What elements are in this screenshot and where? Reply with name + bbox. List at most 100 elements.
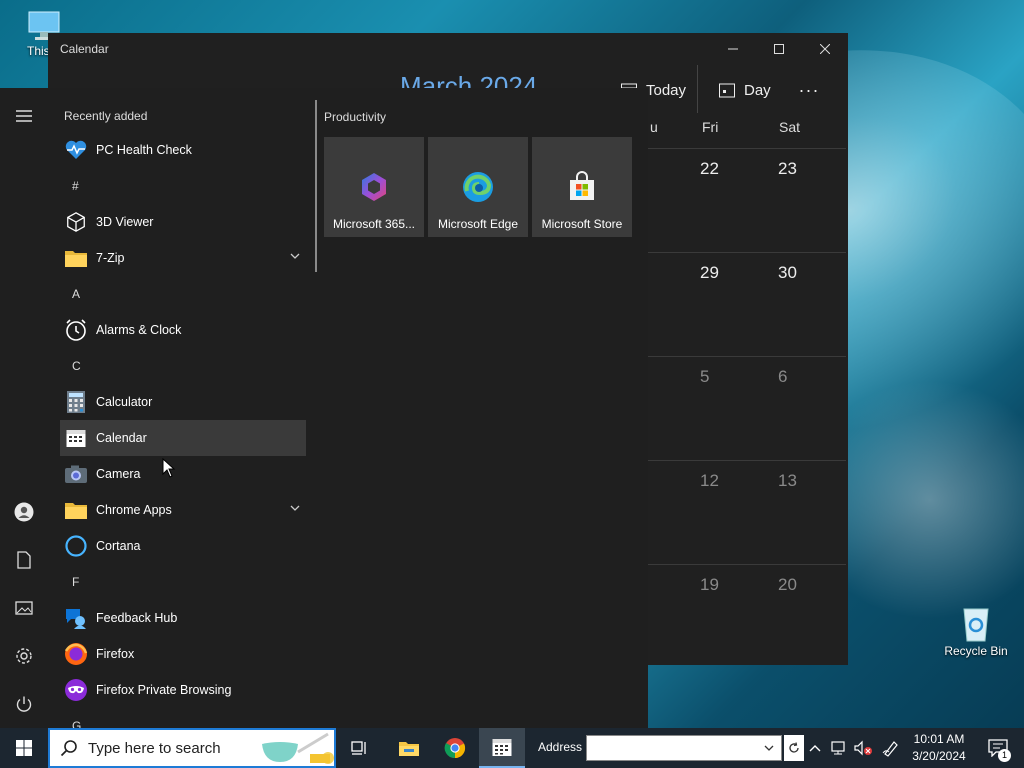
tile-microsoft-edge[interactable]: Microsoft Edge	[428, 137, 528, 237]
day-number[interactable]: 19	[700, 575, 719, 595]
taskbar-calendar[interactable]	[479, 728, 525, 768]
day-number[interactable]: 6	[778, 367, 787, 387]
day-number[interactable]: 22	[700, 159, 719, 179]
chevron-up-icon	[809, 745, 821, 752]
gear-icon	[16, 648, 32, 664]
app-item[interactable]: Calculator	[60, 384, 306, 420]
calendar-icon	[64, 426, 88, 450]
expand-menu-button[interactable]	[0, 94, 48, 138]
pictures-button[interactable]	[0, 586, 48, 630]
windows-logo-icon	[16, 740, 32, 756]
close-button[interactable]	[802, 33, 848, 65]
app-label: Calculator	[96, 395, 153, 409]
day-number[interactable]: 12	[700, 471, 719, 491]
week-row[interactable]: 22 23	[648, 148, 846, 252]
taskbar-chrome[interactable]	[432, 728, 478, 768]
volume-tray-button[interactable]	[852, 728, 874, 768]
app-item[interactable]: Cortana	[60, 528, 306, 564]
chrome-icon	[444, 738, 466, 759]
chevron-down-icon	[290, 502, 300, 514]
week-row[interactable]: 12 13	[648, 460, 846, 564]
pen-icon	[882, 741, 898, 757]
hamburger-icon	[16, 110, 32, 122]
app-item[interactable]: Feedback Hub	[60, 600, 306, 636]
pen-tray-button[interactable]	[880, 728, 902, 768]
app-label: 7-Zip	[96, 251, 125, 265]
today-label: Today	[646, 81, 687, 99]
tile-microsoft-365[interactable]: Microsoft 365...	[324, 137, 424, 237]
day-number[interactable]: 23	[778, 159, 797, 179]
power-button[interactable]	[0, 682, 48, 726]
tile-label: Microsoft 365...	[332, 217, 416, 231]
app-item[interactable]: Alarms & Clock	[60, 312, 306, 348]
maximize-button[interactable]	[756, 33, 802, 65]
letter-header[interactable]: F	[72, 575, 79, 589]
action-center-button[interactable]: 1	[980, 728, 1016, 768]
calendar-day-icon	[719, 83, 735, 98]
tiles-area: Productivity Microsoft 365... Microsoft …	[320, 88, 648, 728]
app-label: Calendar	[96, 431, 147, 445]
show-hidden-icons-button[interactable]	[806, 728, 824, 768]
app-item[interactable]: Camera	[60, 456, 306, 492]
tile-microsoft-store[interactable]: Microsoft Store	[532, 137, 632, 237]
search-icon	[60, 740, 77, 757]
app-folder[interactable]: Chrome Apps	[60, 492, 306, 528]
network-tray-button[interactable]	[828, 728, 850, 768]
app-label: Alarms & Clock	[96, 323, 182, 337]
week-row[interactable]: 29 30	[648, 252, 846, 356]
settings-button[interactable]	[0, 634, 48, 678]
address-toolbar-label: Address	[538, 740, 583, 754]
app-label: Chrome Apps	[96, 503, 172, 517]
minimize-button[interactable]	[710, 33, 756, 65]
task-view-icon	[351, 741, 366, 755]
letter-header[interactable]: A	[72, 287, 80, 301]
tile-group-title[interactable]: Productivity	[324, 110, 386, 124]
start-rail	[0, 88, 48, 728]
clock[interactable]: 10:01 AM 3/20/2024	[908, 731, 970, 765]
month-grid: u Fri Sat 22 23 29 30 5 6 12 13 19 20	[648, 113, 846, 665]
address-dropdown-button[interactable]	[758, 736, 780, 760]
week-row[interactable]: 56	[648, 356, 846, 460]
day-number[interactable]: 13	[778, 471, 797, 491]
app-item[interactable]: Firefox Private Browsing	[60, 672, 306, 708]
document-icon	[17, 551, 31, 569]
task-view-button[interactable]	[337, 728, 383, 768]
close-icon	[820, 44, 830, 54]
more-options-button[interactable]: ···	[794, 73, 824, 107]
address-go-button[interactable]	[784, 735, 804, 761]
app-folder[interactable]: 7-Zip	[60, 240, 306, 276]
picture-icon	[15, 601, 33, 615]
day-number[interactable]: 20	[778, 575, 797, 595]
app-list-scrollbar[interactable]	[315, 100, 317, 272]
app-label: Cortana	[96, 539, 141, 553]
refresh-icon	[789, 742, 799, 753]
letter-header[interactable]: C	[72, 359, 81, 373]
week-row[interactable]: 19 20	[648, 564, 846, 668]
network-icon	[831, 741, 845, 755]
clock-icon	[64, 318, 88, 342]
day-number[interactable]: 5	[700, 367, 709, 387]
day-number[interactable]: 30	[778, 263, 797, 283]
search-box[interactable]: Type here to search	[48, 728, 336, 768]
calendar-icon	[492, 739, 512, 756]
cortana-icon	[64, 534, 88, 558]
taskbar-file-explorer[interactable]	[386, 728, 432, 768]
desktop-icon-recycle-bin[interactable]: Recycle Bin	[936, 602, 1016, 658]
app-label: PC Health Check	[96, 143, 192, 157]
app-item[interactable]: Firefox	[60, 636, 306, 672]
clock-date: 3/20/2024	[912, 749, 966, 763]
letter-header[interactable]: #	[72, 179, 79, 193]
view-day-button[interactable]: Day	[718, 73, 771, 107]
address-input[interactable]	[586, 735, 782, 761]
letter-header[interactable]: G	[72, 719, 81, 728]
user-account-button[interactable]	[0, 490, 48, 534]
folder-icon	[399, 742, 419, 756]
app-item[interactable]: 3D Viewer	[60, 204, 306, 240]
title-bar[interactable]: Calendar	[48, 33, 848, 65]
app-item[interactable]: Calendar	[60, 420, 306, 456]
day-number[interactable]: 29	[700, 263, 719, 283]
documents-button[interactable]	[0, 538, 48, 582]
app-item[interactable]: PC Health Check	[60, 132, 306, 168]
start-button[interactable]	[0, 728, 48, 768]
mouse-cursor-icon	[162, 458, 176, 478]
